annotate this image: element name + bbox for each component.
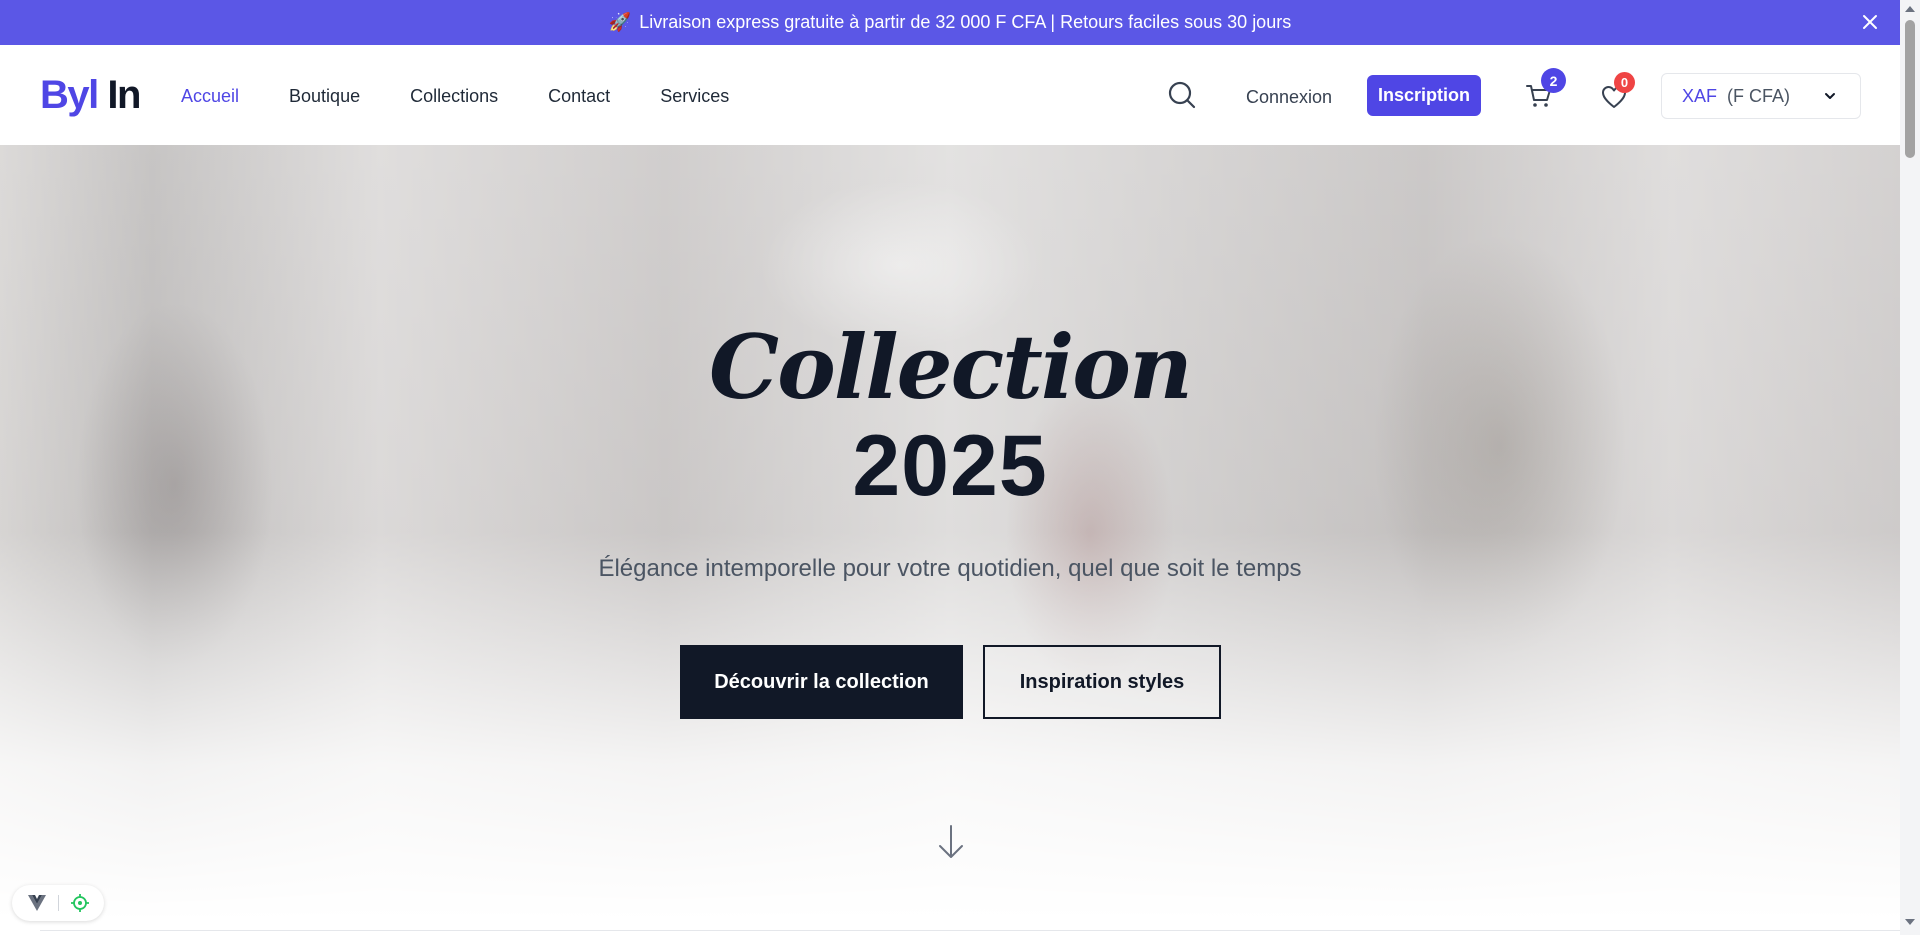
hero-section: Collection 2025 Élégance intemporelle po… xyxy=(0,145,1900,920)
discover-collection-button[interactable]: Découvrir la collection xyxy=(680,645,963,719)
currency-select[interactable]: XAF (F CFA) xyxy=(1661,73,1861,119)
hero-title: Collection xyxy=(709,315,1193,419)
scroll-down-arrow-icon[interactable] xyxy=(1904,917,1916,927)
page-divider xyxy=(40,930,1900,931)
close-icon[interactable] xyxy=(1858,10,1882,34)
announcement-bar: 🚀 Livraison express gratuite à partir de… xyxy=(0,0,1900,45)
chevron-down-icon xyxy=(1825,93,1835,99)
hero-year: 2025 xyxy=(852,418,1048,514)
announcement-text: Livraison express gratuite à partir de 3… xyxy=(639,12,1292,32)
nav-item-contact[interactable]: Contact xyxy=(548,86,610,107)
logo-part-2: In xyxy=(107,73,141,117)
main-nav: Accueil Boutique Collections Contact Ser… xyxy=(181,86,779,107)
search-icon[interactable] xyxy=(1166,79,1198,111)
site-header: Byl In Accueil Boutique Collections Cont… xyxy=(0,45,1900,145)
nav-item-services[interactable]: Services xyxy=(660,86,729,107)
nav-item-boutique[interactable]: Boutique xyxy=(289,86,360,107)
vue-icon[interactable] xyxy=(28,895,46,911)
nav-item-accueil[interactable]: Accueil xyxy=(181,86,239,107)
crosshair-icon[interactable] xyxy=(71,894,89,912)
style-inspiration-button[interactable]: Inspiration styles xyxy=(983,645,1221,719)
wishlist-count-badge: 0 xyxy=(1614,72,1635,93)
currency-code: XAF xyxy=(1682,85,1718,106)
nav-item-collections[interactable]: Collections xyxy=(410,86,498,107)
currency-symbol: (F CFA) xyxy=(1727,85,1791,106)
scroll-up-arrow-icon[interactable] xyxy=(1904,4,1916,14)
dev-toolbar xyxy=(12,885,104,921)
arrow-down-icon[interactable] xyxy=(936,823,966,861)
logo[interactable]: Byl In xyxy=(40,73,141,117)
cart-count-badge: 2 xyxy=(1541,68,1566,93)
rocket-icon: 🚀 xyxy=(608,12,632,32)
signup-button[interactable]: Inscription xyxy=(1367,75,1481,116)
logo-part-1: Byl xyxy=(40,73,99,117)
vertical-scrollbar[interactable] xyxy=(1900,0,1920,935)
hero-overlay xyxy=(0,145,1900,920)
hero-subtitle: Élégance intemporelle pour votre quotidi… xyxy=(598,555,1302,582)
toolbar-separator xyxy=(58,895,59,911)
scrollbar-thumb[interactable] xyxy=(1905,20,1915,158)
login-link[interactable]: Connexion xyxy=(1246,87,1332,108)
